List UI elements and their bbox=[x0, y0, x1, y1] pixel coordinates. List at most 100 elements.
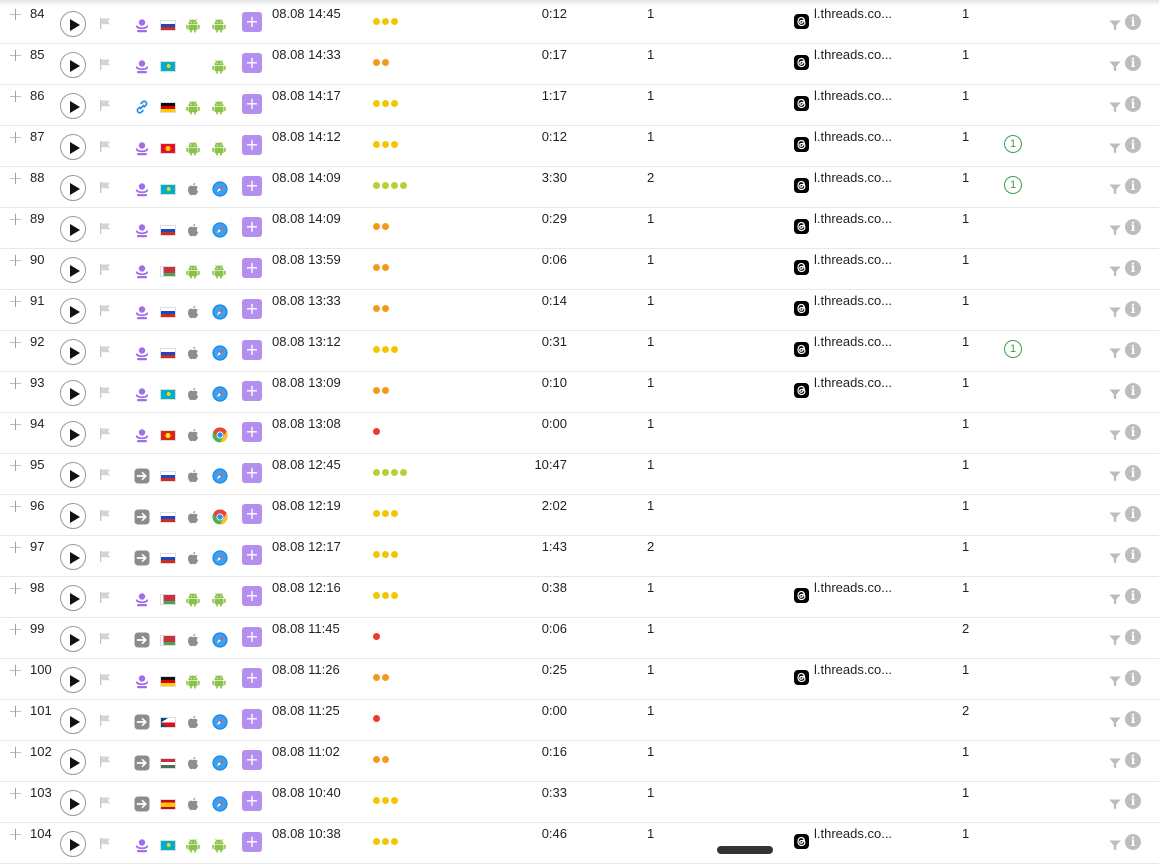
info-icon[interactable]: i bbox=[1125, 547, 1141, 563]
table-row[interactable]: +98 +08.08 12:16 0:38 1 l.threads.co... 1 i bbox=[0, 577, 1159, 618]
table-row[interactable]: +101 +08.08 11:25 0:00 1 2 i bbox=[0, 700, 1159, 741]
play-icon[interactable] bbox=[60, 462, 86, 488]
filter-icon[interactable] bbox=[1109, 142, 1121, 154]
flag-icon[interactable] bbox=[99, 755, 111, 767]
plus-icon[interactable]: + bbox=[8, 375, 23, 393]
play-icon[interactable] bbox=[60, 93, 86, 119]
table-row[interactable]: +90 +08.08 13:59 0:06 1 l.threads.co... 1 i bbox=[0, 249, 1159, 290]
play-icon[interactable] bbox=[60, 175, 86, 201]
plus-icon[interactable]: + bbox=[8, 785, 23, 803]
goals-badge[interactable]: 1 bbox=[1004, 135, 1022, 153]
plus-icon[interactable]: + bbox=[8, 6, 23, 24]
plus-icon[interactable]: + bbox=[8, 662, 23, 680]
flag-icon[interactable] bbox=[99, 714, 111, 726]
filter-icon[interactable] bbox=[1109, 593, 1121, 605]
plus-icon[interactable]: + bbox=[8, 129, 23, 147]
filter-icon[interactable] bbox=[1109, 429, 1121, 441]
filter-icon[interactable] bbox=[1109, 675, 1121, 687]
filter-icon[interactable] bbox=[1109, 19, 1121, 31]
goals-badge[interactable]: 1 bbox=[1004, 176, 1022, 194]
referrer-link[interactable]: l.threads.co... bbox=[814, 88, 892, 103]
flag-icon[interactable] bbox=[99, 99, 111, 111]
play-icon[interactable] bbox=[60, 11, 86, 37]
table-row[interactable]: +99 +08.08 11:45 0:06 1 2 i bbox=[0, 618, 1159, 659]
table-row[interactable]: +100 +08.08 11:26 0:25 1 l.threads.co... 1 i bbox=[0, 659, 1159, 700]
table-row[interactable]: +95 +08.08 12:45 10:47 1 1 i bbox=[0, 454, 1159, 495]
table-row[interactable]: +92 +08.08 13:12 0:31 1 l.threads.co... 1 1 i bbox=[0, 331, 1159, 372]
plus-icon[interactable]: + bbox=[8, 416, 23, 434]
play-icon[interactable] bbox=[60, 503, 86, 529]
plus-icon[interactable]: + bbox=[8, 293, 23, 311]
add-segment-button[interactable]: + bbox=[242, 750, 262, 770]
table-row[interactable]: +104 +08.08 10:38 0:46 1 l.threads.co... 1 i bbox=[0, 823, 1159, 864]
info-icon[interactable]: i bbox=[1125, 588, 1141, 604]
plus-icon[interactable]: + bbox=[8, 703, 23, 721]
flag-icon[interactable] bbox=[99, 509, 111, 521]
play-icon[interactable] bbox=[60, 134, 86, 160]
table-row[interactable]: +84 +08.08 14:45 0:12 1 l.threads.co... 1 i bbox=[0, 3, 1159, 44]
add-segment-button[interactable]: + bbox=[242, 463, 262, 483]
plus-icon[interactable]: + bbox=[8, 170, 23, 188]
flag-icon[interactable] bbox=[99, 263, 111, 275]
info-icon[interactable]: i bbox=[1125, 178, 1141, 194]
add-segment-button[interactable]: + bbox=[242, 176, 262, 196]
info-icon[interactable]: i bbox=[1125, 260, 1141, 276]
referrer-link[interactable]: l.threads.co... bbox=[814, 580, 892, 595]
play-icon[interactable] bbox=[60, 216, 86, 242]
table-row[interactable]: +89 +08.08 14:09 0:29 1 l.threads.co... 1 i bbox=[0, 208, 1159, 249]
plus-icon[interactable]: + bbox=[8, 334, 23, 352]
plus-icon[interactable]: + bbox=[8, 498, 23, 516]
info-icon[interactable]: i bbox=[1125, 465, 1141, 481]
add-segment-button[interactable]: + bbox=[242, 791, 262, 811]
filter-icon[interactable] bbox=[1109, 470, 1121, 482]
add-segment-button[interactable]: + bbox=[242, 12, 262, 32]
flag-icon[interactable] bbox=[99, 796, 111, 808]
play-icon[interactable] bbox=[60, 831, 86, 857]
info-icon[interactable]: i bbox=[1125, 711, 1141, 727]
play-icon[interactable] bbox=[60, 544, 86, 570]
filter-icon[interactable] bbox=[1109, 839, 1121, 851]
referrer-link[interactable]: l.threads.co... bbox=[814, 375, 892, 390]
play-icon[interactable] bbox=[60, 380, 86, 406]
add-segment-button[interactable]: + bbox=[242, 381, 262, 401]
plus-icon[interactable]: + bbox=[8, 88, 23, 106]
info-icon[interactable]: i bbox=[1125, 383, 1141, 399]
table-row[interactable]: +88 +08.08 14:09 3:30 2 l.threads.co... 1 1 i bbox=[0, 167, 1159, 208]
referrer-link[interactable]: l.threads.co... bbox=[814, 334, 892, 349]
plus-icon[interactable]: + bbox=[8, 580, 23, 598]
flag-icon[interactable] bbox=[99, 591, 111, 603]
add-segment-button[interactable]: + bbox=[242, 340, 262, 360]
add-segment-button[interactable]: + bbox=[242, 832, 262, 852]
filter-icon[interactable] bbox=[1109, 511, 1121, 523]
info-icon[interactable]: i bbox=[1125, 670, 1141, 686]
add-segment-button[interactable]: + bbox=[242, 668, 262, 688]
info-icon[interactable]: i bbox=[1125, 629, 1141, 645]
table-row[interactable]: +86 +08.08 14:17 1:17 1 l.threads.co... 1 i bbox=[0, 85, 1159, 126]
add-segment-button[interactable]: + bbox=[242, 627, 262, 647]
info-icon[interactable]: i bbox=[1125, 342, 1141, 358]
goals-badge[interactable]: 1 bbox=[1004, 340, 1022, 358]
filter-icon[interactable] bbox=[1109, 265, 1121, 277]
table-row[interactable]: +97 +08.08 12:17 1:43 2 1 i bbox=[0, 536, 1159, 577]
add-segment-button[interactable]: + bbox=[242, 53, 262, 73]
table-row[interactable]: +96 +08.08 12:19 2:02 1 1 i bbox=[0, 495, 1159, 536]
filter-icon[interactable] bbox=[1109, 347, 1121, 359]
referrer-link[interactable]: l.threads.co... bbox=[814, 211, 892, 226]
info-icon[interactable]: i bbox=[1125, 14, 1141, 30]
plus-icon[interactable]: + bbox=[8, 539, 23, 557]
flag-icon[interactable] bbox=[99, 550, 111, 562]
flag-icon[interactable] bbox=[99, 181, 111, 193]
table-row[interactable]: +85 +08.08 14:33 0:17 1 l.threads.co... 1 i bbox=[0, 44, 1159, 85]
add-segment-button[interactable]: + bbox=[242, 217, 262, 237]
info-icon[interactable]: i bbox=[1125, 793, 1141, 809]
info-icon[interactable]: i bbox=[1125, 834, 1141, 850]
play-icon[interactable] bbox=[60, 339, 86, 365]
play-icon[interactable] bbox=[60, 52, 86, 78]
play-icon[interactable] bbox=[60, 708, 86, 734]
info-icon[interactable]: i bbox=[1125, 752, 1141, 768]
plus-icon[interactable]: + bbox=[8, 621, 23, 639]
add-segment-button[interactable]: + bbox=[242, 422, 262, 442]
info-icon[interactable]: i bbox=[1125, 55, 1141, 71]
referrer-link[interactable]: l.threads.co... bbox=[814, 6, 892, 21]
referrer-link[interactable]: l.threads.co... bbox=[814, 662, 892, 677]
